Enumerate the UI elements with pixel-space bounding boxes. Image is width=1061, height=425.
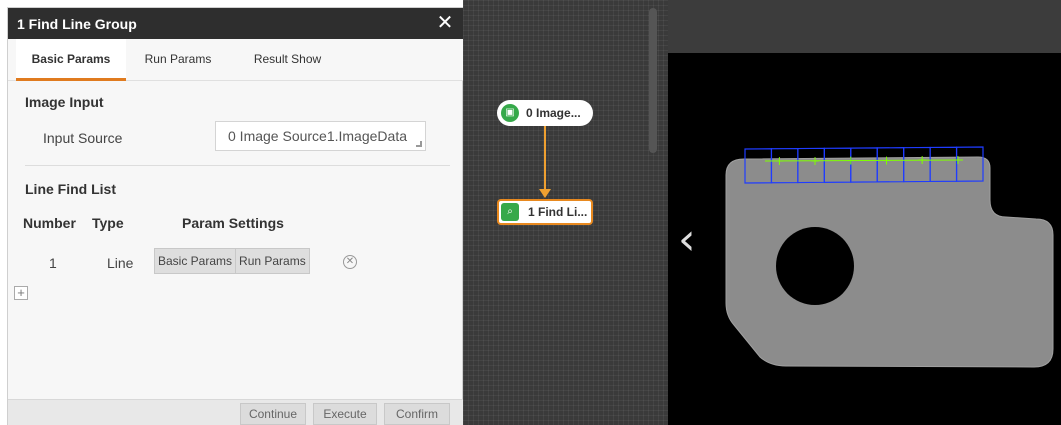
input-source-value: 0 Image Source1.ImageData	[228, 128, 407, 144]
row-run-params-button[interactable]: Run Params	[235, 249, 309, 273]
resize-grip-icon	[416, 141, 422, 147]
flow-node-find-line[interactable]: ⌕ 1 Find Li...	[497, 199, 593, 225]
continue-button[interactable]: Continue	[240, 403, 306, 425]
node-label: 0 Image...	[526, 106, 581, 120]
confirm-button[interactable]: Confirm	[384, 403, 450, 425]
part-image	[725, 156, 1054, 368]
tab-result-show[interactable]: Result Show	[240, 39, 335, 81]
close-icon[interactable]: ✕	[435, 12, 455, 34]
column-header-param-settings: Param Settings	[182, 215, 284, 231]
column-header-type: Type	[92, 215, 124, 231]
part-hole	[776, 227, 854, 305]
dialog-title: 1 Find Line Group	[17, 16, 137, 32]
row-number: 1	[49, 255, 57, 271]
node-label: 1 Find Li...	[528, 205, 588, 219]
connector-arrowhead-icon	[539, 189, 551, 198]
input-source-label: Input Source	[43, 130, 123, 146]
image-view-toolbar	[668, 0, 1061, 53]
image-icon: ▣	[501, 104, 519, 122]
row-basic-params-button[interactable]: Basic Params	[155, 249, 235, 273]
add-row-icon[interactable]: +	[14, 286, 28, 300]
remove-row-icon[interactable]: ✕	[343, 255, 357, 269]
section-divider	[25, 165, 450, 166]
param-settings-buttons: Basic Params Run Params	[154, 248, 310, 274]
tab-run-params[interactable]: Run Params	[133, 39, 223, 81]
input-source-field[interactable]: 0 Image Source1.ImageData	[215, 121, 426, 151]
image-view[interactable]: + + + + + + ‹	[668, 53, 1061, 425]
column-header-number: Number	[23, 215, 76, 231]
previous-image-icon[interactable]: ‹	[678, 218, 696, 262]
find-line-group-dialog: 1 Find Line Group ✕ Basic Params Run Par…	[7, 7, 464, 425]
find-line-icon: ⌕	[501, 203, 519, 221]
flow-node-image-source[interactable]: ▣ 0 Image...	[497, 100, 593, 126]
row-type: Line	[107, 255, 134, 271]
dialog-titlebar[interactable]: 1 Find Line Group ✕	[8, 8, 464, 39]
tab-bar: Basic Params Run Params Result Show	[8, 39, 464, 81]
execute-button[interactable]: Execute	[313, 403, 377, 425]
image-input-heading: Image Input	[25, 94, 104, 110]
tab-basic-params[interactable]: Basic Params	[16, 39, 126, 81]
line-find-list-heading: Line Find List	[25, 181, 116, 197]
dialog-footer: Continue Execute Confirm	[8, 399, 464, 425]
